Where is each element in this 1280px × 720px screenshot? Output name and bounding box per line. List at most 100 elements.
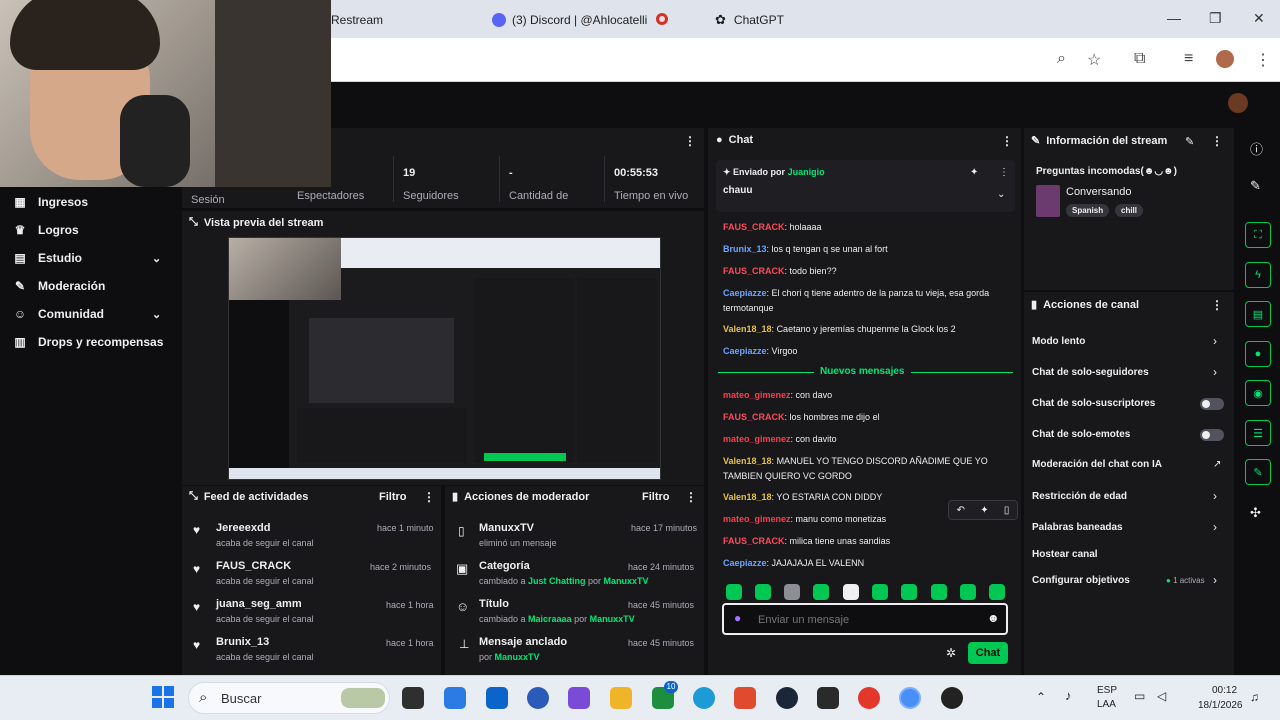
tab-chatgpt[interactable]: ✿ ChatGPT <box>715 6 784 34</box>
epic-games-icon[interactable] <box>817 687 839 709</box>
profile-avatar[interactable] <box>1216 50 1234 68</box>
emote-icon[interactable] <box>989 584 1005 600</box>
outlook-icon[interactable] <box>486 687 508 709</box>
steam-icon[interactable] <box>776 687 798 709</box>
chat-message[interactable]: Caepiazze: JAJAJAJA EL VALENN <box>723 556 1008 571</box>
emote-icon[interactable] <box>872 584 888 600</box>
edge-icon[interactable] <box>693 687 715 709</box>
actions-menu-icon[interactable]: ⋮ <box>1211 298 1223 312</box>
emote-icon[interactable] <box>901 584 917 600</box>
chat-settings-gear-icon[interactable]: ✲ <box>946 646 956 660</box>
sidebar-item-comunidad[interactable]: ☺ Comunidad ⌄ <box>12 303 182 325</box>
task-view-icon[interactable] <box>402 687 424 709</box>
rail-broadcast-icon[interactable]: ◉ <box>1245 380 1271 406</box>
banned-words-item[interactable]: Palabras baneadas <box>1032 522 1123 533</box>
age-restriction-item[interactable]: Restricción de edad <box>1032 491 1127 502</box>
mod-filter-button[interactable]: Filtro <box>642 491 670 503</box>
emote-icon[interactable] <box>813 584 829 600</box>
sidebar-item-moderacion[interactable]: ✎ Moderación <box>12 275 105 297</box>
chat-send-button[interactable]: Chat <box>968 642 1008 664</box>
user-avatar[interactable] <box>1228 93 1248 113</box>
network-icon[interactable]: ▭ <box>1134 689 1145 703</box>
emote-icon[interactable] <box>843 584 859 600</box>
taskbar-search[interactable]: ⌕ Buscar <box>188 682 390 714</box>
tab-restream[interactable]: Restream <box>331 6 383 34</box>
badge-icon[interactable]: ● <box>734 611 741 625</box>
chat-message[interactable]: mateo_gimenez: manu como monetizas <box>723 512 943 527</box>
rail-record-icon[interactable]: ⛶ <box>1245 222 1271 248</box>
chat-menu-icon[interactable]: ⋮ <box>1001 134 1013 148</box>
mod-menu-icon[interactable]: ⋮ <box>685 490 697 504</box>
sidebar-item-logros[interactable]: ♛ Logros <box>12 219 79 241</box>
rail-list-icon[interactable]: ☰ <box>1245 420 1271 446</box>
tab-discord[interactable]: (3) Discord | @Ahlocatelli <box>492 6 647 34</box>
feed-filter-button[interactable]: Filtro <box>379 491 407 503</box>
chat-message[interactable]: Valen18_18: Caetano y jeremías chupenme … <box>723 322 1008 337</box>
info-menu-icon[interactable]: ⋮ <box>1211 134 1223 148</box>
chat-message[interactable]: Valen18_18: MANUEL YO TENGO DISCORD AÑAD… <box>723 454 1008 484</box>
emote-icon[interactable] <box>784 584 800 600</box>
clock-date[interactable]: 18/1/2026 <box>1198 700 1243 711</box>
copilot-icon[interactable] <box>568 687 590 709</box>
language-indicator[interactable]: ESP <box>1097 685 1117 696</box>
clock-time[interactable]: 00:12 <box>1212 685 1237 696</box>
rail-chat-icon[interactable]: ● <box>1245 341 1271 367</box>
unpin-icon[interactable]: ✦ <box>970 167 978 178</box>
feed-menu-icon[interactable]: ⋮ <box>423 490 435 504</box>
emotes-only-toggle[interactable] <box>1200 429 1224 441</box>
rail-extensions-icon[interactable]: ✣ <box>1250 505 1261 521</box>
obs-icon[interactable] <box>941 687 963 709</box>
chat-message[interactable]: FAUS_CRACK: todo bien?? <box>723 264 1008 279</box>
subscribers-only-toggle[interactable] <box>1200 398 1224 410</box>
stream-preview-image[interactable] <box>228 237 661 480</box>
chat-message[interactable]: mateo_gimenez: con davo <box>723 388 1008 403</box>
chat-input-box[interactable]: ● ☻ <box>722 603 1008 635</box>
emote-icon[interactable] <box>755 584 771 600</box>
chat-message[interactable]: mateo_gimenez: con davito <box>723 432 1008 447</box>
emote-icon[interactable] <box>960 584 976 600</box>
chat-message[interactable]: FAUS_CRACK: milica tiene unas sandias <box>723 534 1008 549</box>
tray-chevron-up-icon[interactable]: ⌃ <box>1036 690 1046 704</box>
browser-menu-icon[interactable]: ⋮ <box>1255 50 1271 70</box>
info-icon[interactable]: ⓘ <box>1250 139 1263 158</box>
emoji-icon[interactable]: ☻ <box>987 611 1000 625</box>
chat-message[interactable]: Brunix_13: los q tengan q se unan al for… <box>723 242 1008 257</box>
followers-only-item[interactable]: Chat de solo-seguidores <box>1032 367 1149 378</box>
tag-chill[interactable]: chill <box>1115 204 1144 217</box>
chat-message[interactable]: FAUS_CRACK: holaaaa <box>723 220 1008 235</box>
sidebar-item-ingresos[interactable]: ▦ Ingresos <box>12 191 88 213</box>
edit-icon[interactable]: ✎ <box>1185 135 1194 148</box>
chrome-active-icon[interactable] <box>899 687 921 709</box>
edge-dev-icon[interactable] <box>527 687 549 709</box>
ai-moderation-item[interactable]: Moderación del chat con IA <box>1032 459 1162 470</box>
extensions-icon[interactable]: ⧉ <box>1134 50 1145 68</box>
zoom-icon[interactable]: ⌕ <box>1057 50 1066 68</box>
rail-lightning-icon[interactable]: ϟ <box>1245 262 1271 288</box>
tag-spanish[interactable]: Spanish <box>1066 204 1110 217</box>
rail-wrench-icon[interactable]: ✎ <box>1245 459 1271 485</box>
delete-icon[interactable]: ▯ <box>1004 505 1010 516</box>
pencil-icon[interactable]: ✎ <box>1250 178 1261 194</box>
chat-message[interactable]: Caepiazze: Virgoo <box>723 344 1008 359</box>
minimize-icon[interactable]: — <box>1167 10 1181 26</box>
slow-mode-item[interactable]: Modo lento <box>1032 336 1085 347</box>
media-control-icon[interactable]: ≡ <box>1184 50 1193 68</box>
emote-icon[interactable] <box>931 584 947 600</box>
host-channel-item[interactable]: Hostear canal <box>1032 549 1098 560</box>
window-close-icon[interactable]: ✕ <box>1253 10 1265 27</box>
rail-notes-icon[interactable]: ▤ <box>1245 301 1271 327</box>
chevron-down-icon[interactable]: ⌄ <box>997 189 1005 200</box>
file-explorer-icon[interactable] <box>610 687 632 709</box>
store-icon[interactable] <box>444 687 466 709</box>
sidebar-item-estudio[interactable]: ▤ Estudio ⌄ <box>12 247 182 269</box>
chrome-icon[interactable] <box>858 687 880 709</box>
emote-icon[interactable] <box>726 584 742 600</box>
chat-message[interactable]: FAUS_CRACK: los hombres me dijo el <box>723 410 1008 425</box>
set-goals-item[interactable]: Configurar objetivos <box>1032 575 1130 586</box>
volume-icon[interactable]: ◁ <box>1157 689 1166 703</box>
notifications-icon[interactable]: ♫ <box>1250 690 1259 704</box>
bookmark-star-icon[interactable]: ☆ <box>1087 50 1101 70</box>
chat-message[interactable]: Caepiazze: El chori q tiene adentro de l… <box>723 286 1008 316</box>
pin-icon[interactable]: ✦ <box>980 505 988 516</box>
stats-menu-icon[interactable]: ⋮ <box>684 134 696 148</box>
